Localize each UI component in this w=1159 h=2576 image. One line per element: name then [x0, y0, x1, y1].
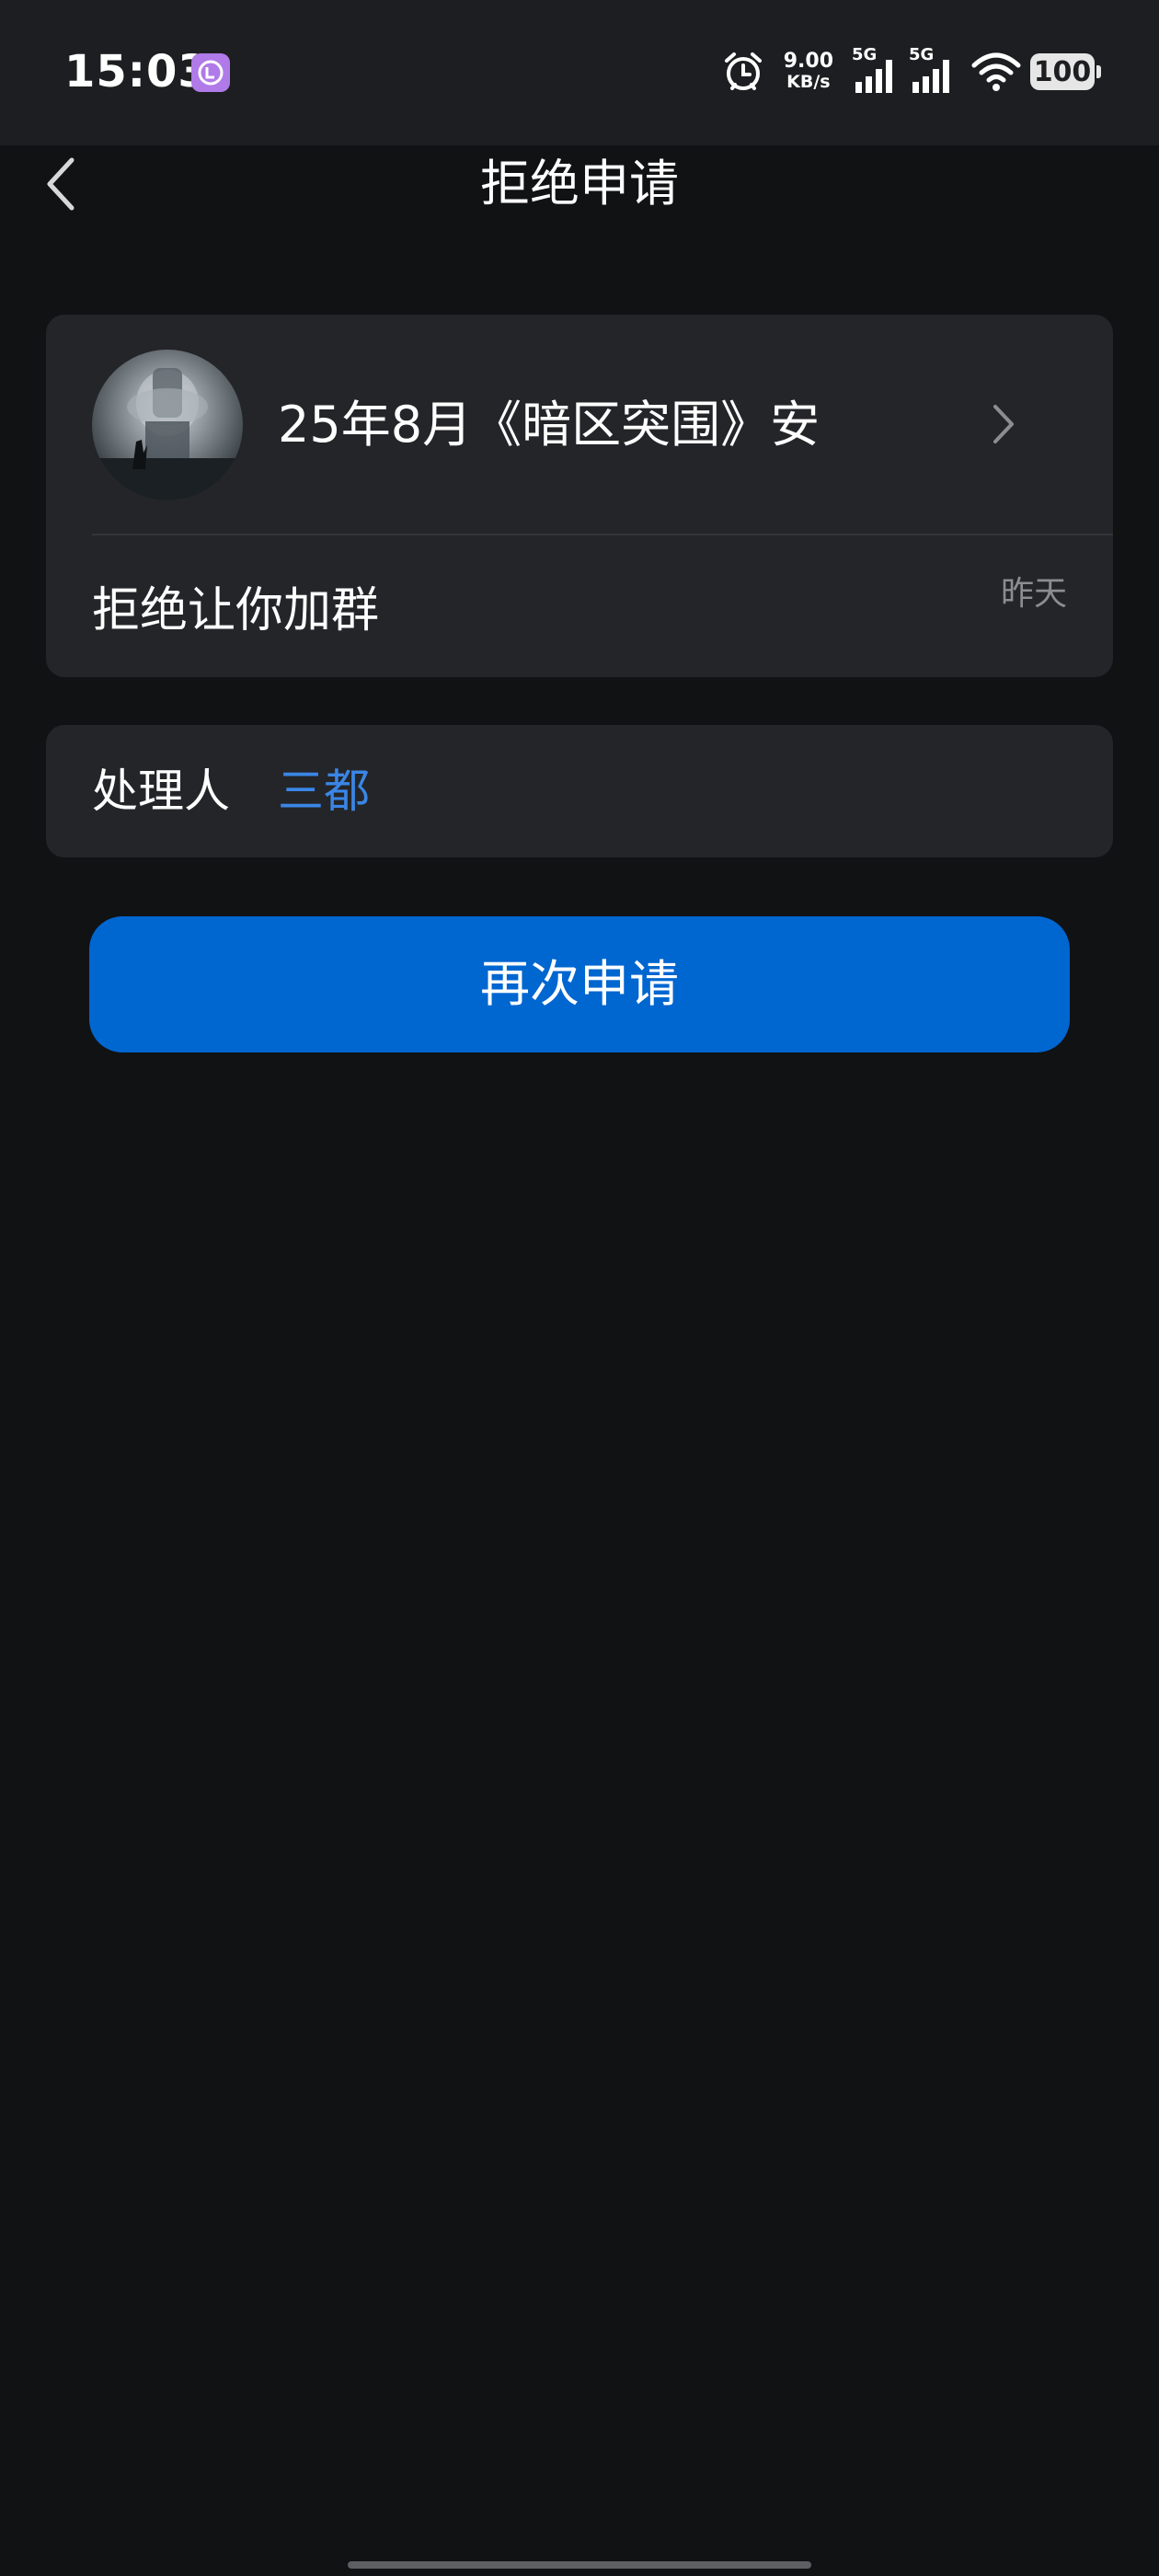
network-speed: 9.00 KB/s: [783, 50, 833, 93]
page-title: 拒绝申请: [480, 155, 679, 213]
status-bar: 15:03 9.00 KB/s 5G 5G 100: [0, 0, 1159, 145]
handler-label: 处理人: [92, 765, 230, 818]
chevron-right-icon[interactable]: [984, 401, 1021, 447]
reapply-button[interactable]: 再次申请: [89, 916, 1070, 1052]
battery-level: 100: [1033, 55, 1092, 88]
battery-icon: 100: [1030, 53, 1101, 90]
status-icons: 9.00 KB/s 5G 5G 100: [721, 45, 1101, 98]
home-indicator[interactable]: [348, 2561, 811, 2569]
signal-icon: 5G: [852, 45, 900, 95]
wifi-icon: [971, 52, 1021, 91]
network-speed-unit: KB/s: [786, 72, 831, 92]
handler-name-link[interactable]: 三都: [278, 762, 370, 821]
handler-card: 处理人 三都: [46, 725, 1113, 857]
status-time: 15:03: [64, 46, 210, 98]
group-request-card: 25年8月《暗区突围》安 拒绝让你加群 昨天: [46, 315, 1113, 677]
signal-icon: 5G: [909, 45, 957, 95]
group-avatar[interactable]: [92, 350, 243, 500]
app-notification-icon: [191, 53, 230, 92]
rejection-time: 昨天: [1000, 575, 1067, 613]
card-divider: [92, 534, 1113, 535]
network-speed-value: 9.00: [783, 50, 833, 73]
alarm-icon: [724, 52, 762, 90]
rejection-message: 拒绝让你加群: [92, 583, 380, 638]
group-name[interactable]: 25年8月《暗区突围》安: [278, 396, 820, 454]
